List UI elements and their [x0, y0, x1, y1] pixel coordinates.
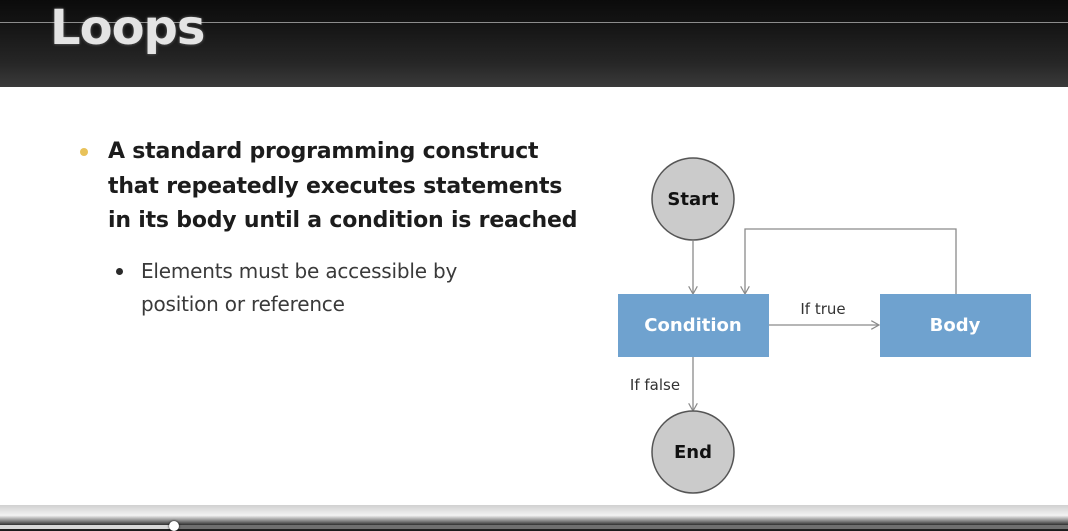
start-node-label: Start	[667, 189, 719, 210]
video-progress-thumb[interactable]	[169, 521, 179, 531]
loop-flowchart: If true If false Start Condition Body En…	[618, 157, 1031, 494]
if-false-label: If false	[630, 376, 680, 394]
video-progress-fill	[0, 525, 174, 529]
condition-node-label: Condition	[644, 315, 741, 336]
end-node-label: End	[674, 442, 712, 463]
if-true-label: If true	[800, 300, 845, 318]
body-to-condition-loop-arrow	[745, 228, 957, 294]
body-node-label: Body	[930, 315, 981, 336]
